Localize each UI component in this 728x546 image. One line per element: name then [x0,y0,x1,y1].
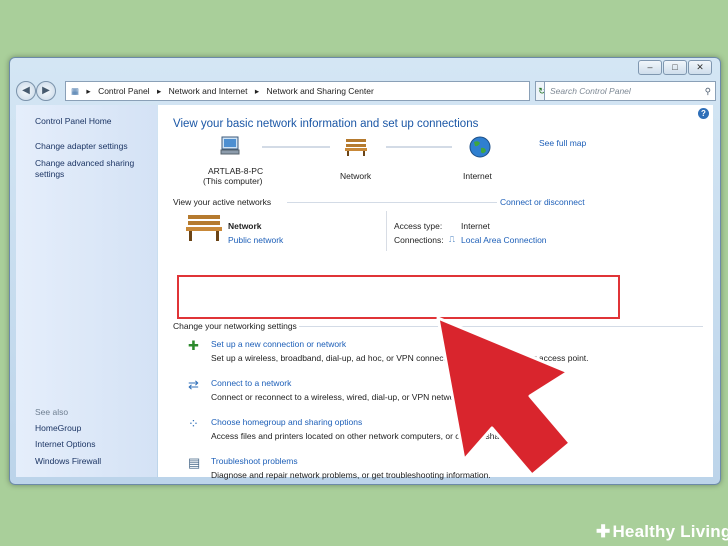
search-icon[interactable]: ⚲ [705,82,711,100]
sidebar-item-control-panel-home[interactable]: Control Panel Home [35,116,145,127]
task-homegroup-link[interactable]: Choose homegroup and sharing options [211,416,362,429]
breadcrumb-separator: ▸ [254,86,260,96]
page-title: View your basic network information and … [173,118,479,130]
watermark: ✚ Healthy Living [596,522,728,542]
homegroup-icon: ⁘ [188,416,199,431]
control-panel-icon: ▦ [71,86,80,96]
task-connect-network-link[interactable]: Connect to a network [211,377,291,390]
troubleshoot-icon: ▤ [188,455,201,470]
navigation-bar: ◀ ▶ ▦ ▸ Control Panel ▸ Network and Inte… [14,78,716,102]
sidebar: Control Panel Home Change adapter settin… [16,105,157,477]
help-icon[interactable]: ? [698,108,709,119]
active-network-name: Network [228,221,262,231]
breadcrumb-network-sharing-center[interactable]: Network and Sharing Center [267,86,374,96]
task-setup-connection-link[interactable]: Set up a new connection or network [211,338,346,351]
breadcrumb-separator: ▸ [156,86,162,96]
close-button[interactable]: ✕ [688,60,712,75]
divider [386,211,387,251]
breadcrumb-control-panel[interactable]: Control Panel [98,86,150,96]
divider [287,202,497,203]
pointer-arrow-icon [436,316,572,477]
breadcrumb-separator: ▸ [86,86,91,96]
computer-icon [220,136,240,155]
sidebar-item-change-advanced-sharing[interactable]: Change advanced sharing settings [35,158,145,180]
new-connection-icon: ✚ [188,338,199,353]
task-troubleshoot-link[interactable]: Troubleshoot problems [211,455,298,468]
bench-icon [345,139,367,156]
map-connector [262,146,330,148]
network-map-label: Network [340,171,372,181]
connect-network-icon: ⇄ [188,377,199,392]
search-placeholder: Search Control Panel [550,86,631,96]
bench-icon [186,215,222,241]
control-panel-window: – □ ✕ ◀ ▶ ▦ ▸ Control Panel ▸ Network an… [9,57,721,485]
computer-sub: (This computer) [203,176,263,186]
map-connector [386,146,452,148]
search-input[interactable]: Search Control Panel ⚲ [544,81,716,101]
ethernet-icon: ⎍ [449,234,455,244]
globe-icon [469,136,491,158]
sidebar-item-internet-options[interactable]: Internet Options [35,439,145,450]
back-button[interactable]: ◀ [16,81,36,101]
maximize-button[interactable]: □ [663,60,687,75]
active-networks-heading: View your active networks [173,197,272,207]
address-bar[interactable]: ▦ ▸ Control Panel ▸ Network and Internet… [65,81,530,101]
watermark-text: Healthy Living [612,522,728,541]
see-also-heading: See also [35,407,69,417]
access-type-value: Internet [461,221,490,231]
connections-label: Connections: [394,235,444,245]
connect-or-disconnect-link[interactable]: Connect or disconnect [500,197,585,207]
computer-name: ARTLAB-8-PC [208,166,264,176]
sidebar-item-change-adapter-settings[interactable]: Change adapter settings [35,141,145,152]
sidebar-item-homegroup[interactable]: HomeGroup [35,423,145,434]
change-settings-heading: Change your networking settings [173,321,297,331]
public-network-link[interactable]: Public network [228,235,283,245]
access-type-label: Access type: [394,221,443,231]
see-full-map-link[interactable]: See full map [539,138,586,148]
window-controls: – □ ✕ [638,60,712,75]
local-area-connection-link[interactable]: Local Area Connection [461,235,547,245]
internet-map-label: Internet [463,171,492,181]
forward-button[interactable]: ▶ [36,81,56,101]
minimize-button[interactable]: – [638,60,662,75]
breadcrumb-network-and-internet[interactable]: Network and Internet [169,86,248,96]
sidebar-item-windows-firewall[interactable]: Windows Firewall [35,456,145,467]
watermark-plus-icon: ✚ [596,522,611,541]
